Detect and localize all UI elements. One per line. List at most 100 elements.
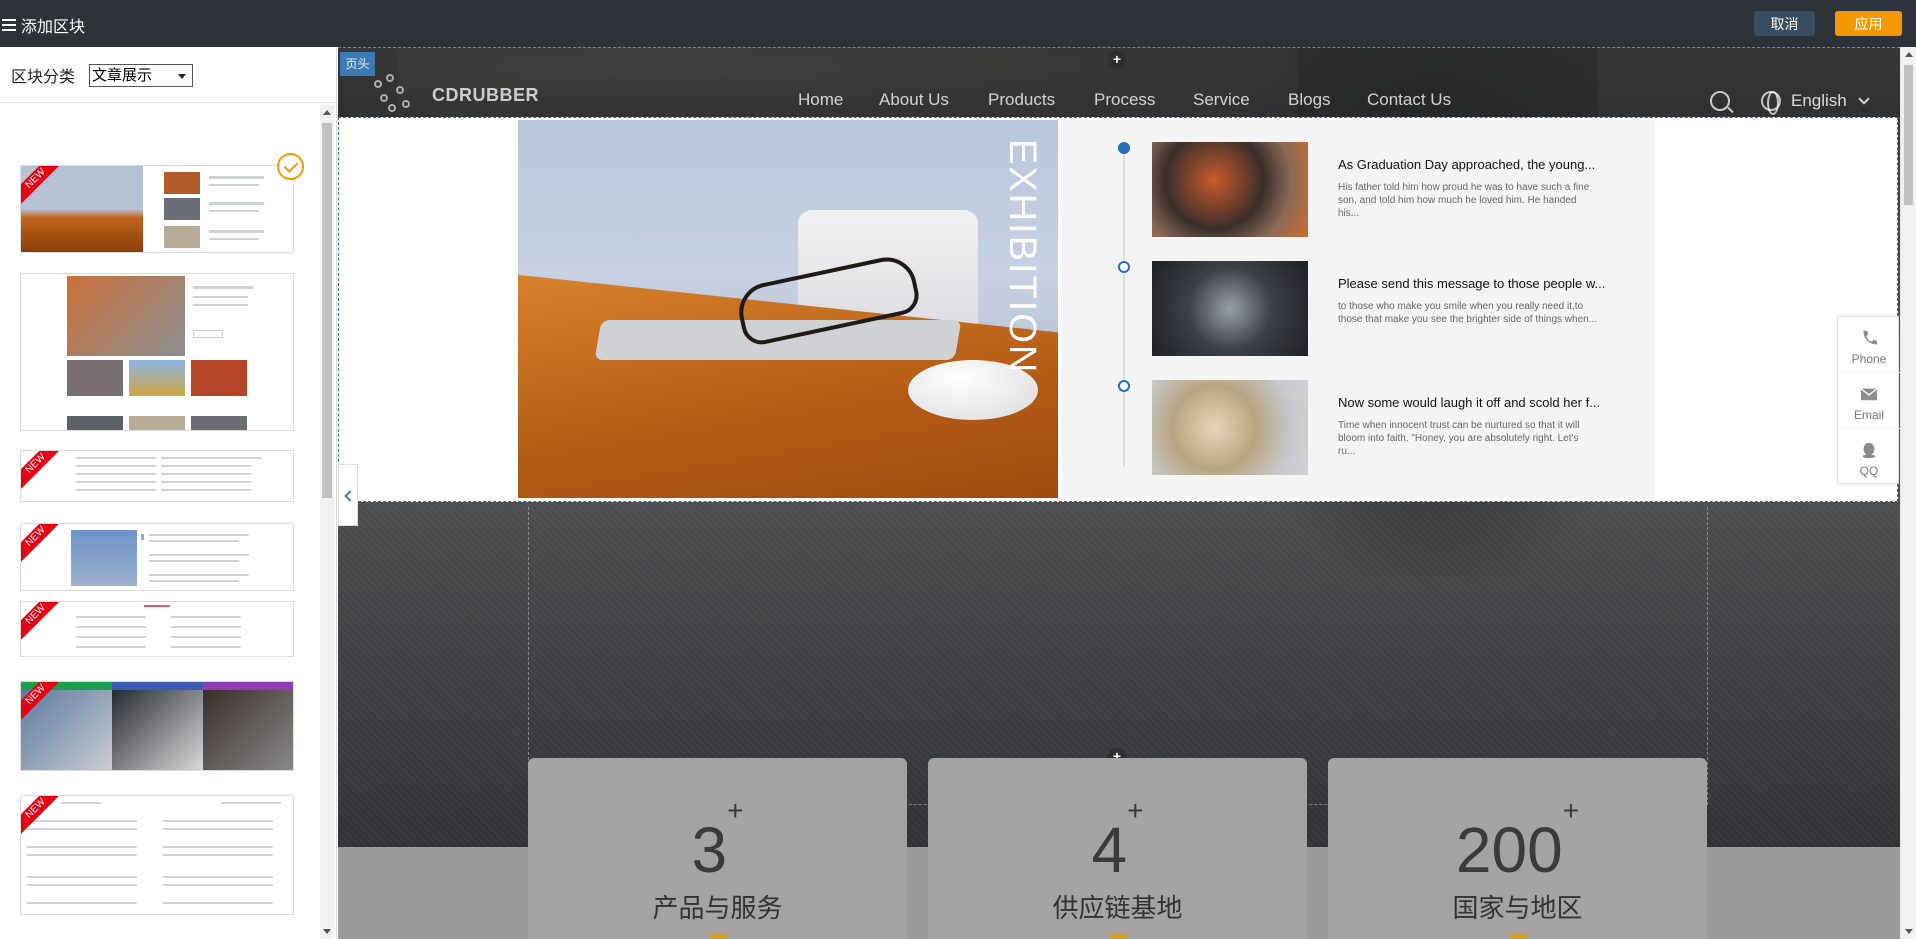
thumbnail-text [163,854,273,856]
scroll-down-icon[interactable] [1905,929,1913,934]
thumbnail-image [164,172,200,194]
contact-qq[interactable]: QQ [1838,429,1900,485]
thumbnail-text [149,580,239,582]
preview-scrollbar[interactable] [1900,47,1916,939]
category-select[interactable]: 文章展示 [89,63,194,87]
block-thumbnail[interactable]: NEW [20,165,294,253]
dialog-title-text: 添加区块 [21,19,86,36]
thumbnail-tabs [221,802,281,804]
thumbnail-text [193,304,248,306]
globe-icon[interactable] [1761,91,1781,115]
article-title[interactable]: Now some would laugh it off and scold he… [1338,395,1600,410]
article-excerpt: Time when innocent trust can be nurtured… [1338,420,1580,457]
thumbnail-image [129,416,185,430]
thumbnail-tab [112,682,203,690]
thumbnail-text [149,534,249,536]
logo-icon [374,74,422,116]
chevron-down-icon[interactable] [1858,93,1870,105]
nav-process[interactable]: Process [1094,90,1155,110]
cancel-button[interactable]: 取消 [1754,11,1815,36]
add-block-icon[interactable]: + [1108,51,1126,69]
thumbnail-text [163,884,273,886]
thumbnail-text [27,884,137,886]
divider [0,102,337,103]
stat-label: 国家与地区 [1452,893,1583,923]
contact-phone[interactable]: Phone [1838,317,1900,373]
thumbnail-text [27,854,137,856]
collapse-panel-button[interactable] [338,464,358,526]
block-thumbnail[interactable]: NEW [20,450,294,502]
selected-check-icon [277,153,304,180]
qq-icon [1862,442,1876,459]
block-thumbnail[interactable]: NEW [20,795,294,915]
thumbnail-text [161,473,251,475]
article-image[interactable] [1152,261,1308,356]
thumbnail-text [27,820,137,822]
apply-button[interactable]: 应用 [1835,11,1902,36]
scrollbar-thumb[interactable] [322,123,332,498]
thumbnail-text [161,489,251,491]
nav-service[interactable]: Service [1193,90,1250,110]
thumbnail-image [203,690,293,770]
thumbnail-text [163,828,273,830]
nav-contact-us[interactable]: Contact Us [1367,90,1451,110]
thumbnail-text [149,560,239,562]
thumbnail-image [67,360,123,396]
timeline-dot[interactable] [1118,380,1130,392]
contact-label: Phone [1851,352,1887,366]
thumbnail-text [27,846,137,848]
category-select-value: 文章展示 [92,66,153,84]
language-selector[interactable]: English [1791,91,1847,111]
stat-accent [710,934,728,939]
nav-blogs[interactable]: Blogs [1288,90,1331,110]
thumbnail-text [149,554,249,556]
thumbnail-text [163,846,273,848]
thumbnail-image [164,198,200,220]
thumbnail-text [209,238,259,240]
panel-scrollbar[interactable] [320,105,334,939]
exhibition-image [518,120,1058,498]
scroll-down-icon[interactable] [323,929,331,934]
timeline-dot[interactable] [1118,261,1130,273]
timeline-line [1123,147,1125,467]
thumbnail-image [191,360,247,396]
article-title[interactable]: Please send this message to those people… [1338,276,1605,291]
thumbnail-text [76,481,156,483]
block-thumbnail[interactable]: NEW [20,601,294,657]
thumbnail-title [61,802,101,804]
article-excerpt: to those who make you smile when you rea… [1338,301,1598,325]
header-tag[interactable]: 页头 [340,52,375,76]
stat-card: 200+ 国家与地区 [1328,758,1707,939]
thumbnail-image [191,416,247,430]
scrollbar-thumb[interactable] [1904,65,1913,205]
email-icon [1860,388,1878,401]
list-icon [2,19,16,31]
scroll-up-icon[interactable] [323,110,331,115]
block-thumbnail[interactable]: NEW [20,681,294,771]
timeline-dot[interactable] [1118,142,1130,154]
scroll-up-icon[interactable] [1905,52,1913,57]
block-thumbnail[interactable]: NEW [20,523,294,591]
thumbnail-text [76,616,146,618]
new-badge: NEW [21,524,63,564]
nav-products[interactable]: Products [988,90,1055,110]
thumbnail-icon [141,534,144,540]
contact-email[interactable]: Email [1838,373,1900,429]
article-title[interactable]: As Graduation Day approached, the young.… [1338,157,1595,172]
stat-number: 4+ [1091,794,1144,886]
stat-label: 供应链基地 [1052,893,1183,923]
thumbnail-text [27,902,137,904]
nav-home[interactable]: Home [798,90,843,110]
thumbnail-text [76,626,146,628]
article-image[interactable] [1152,380,1308,475]
nav-about-us[interactable]: About Us [879,90,949,110]
thumbnail-text [161,481,251,483]
block-thumbnail[interactable] [20,273,294,431]
search-icon[interactable] [1710,91,1730,111]
site-logo[interactable]: CDRUBBER [374,74,539,116]
article-image[interactable] [1152,142,1308,237]
thumbnail-text [163,876,273,878]
thumbnail-image [164,226,200,248]
header-outline [338,47,1900,48]
thumbnail-button [193,330,223,338]
